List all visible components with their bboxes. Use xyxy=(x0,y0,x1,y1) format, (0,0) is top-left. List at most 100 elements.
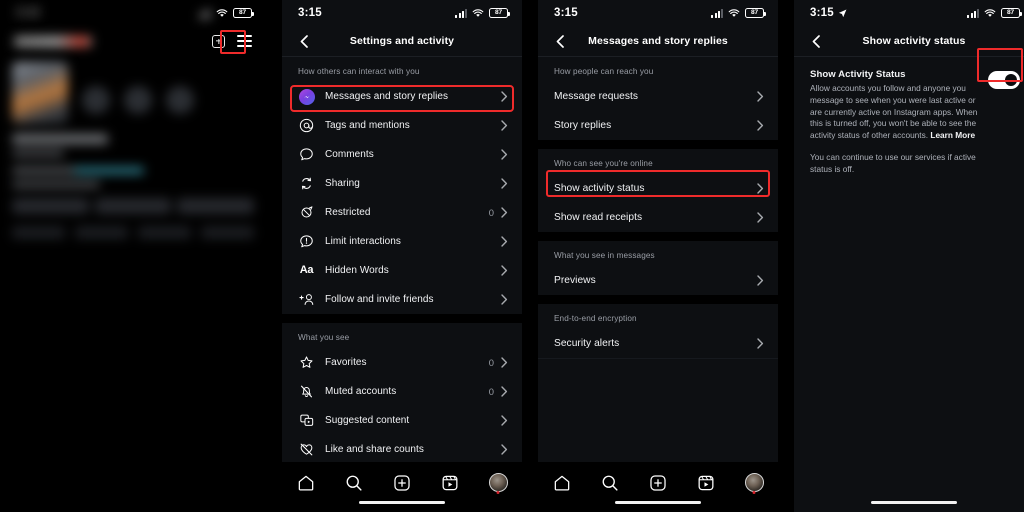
row-label: Restricted xyxy=(325,207,371,218)
settings-row-favorites[interactable]: Favorites 0 xyxy=(282,348,522,377)
battery-icon: 87 xyxy=(489,8,510,18)
profile-actions xyxy=(212,34,252,48)
page-title: Settings and activity xyxy=(349,35,455,47)
settings-row-message-requests[interactable]: Message requests xyxy=(538,82,778,111)
settings-row-like-and-share-counts[interactable]: Like and share counts xyxy=(282,435,522,464)
profile-buttons xyxy=(0,188,266,214)
sharing-repeat-icon xyxy=(298,175,315,192)
muted-bell-icon xyxy=(298,383,315,400)
chevron-right-icon xyxy=(501,178,508,189)
wifi-icon xyxy=(728,8,740,17)
location-arrow-icon xyxy=(838,9,847,17)
hamburger-menu-icon[interactable] xyxy=(237,35,252,47)
avatar xyxy=(744,473,764,492)
hidden-heart-icon xyxy=(298,441,315,458)
row-label: Message requests xyxy=(554,91,639,102)
chevron-left-icon[interactable] xyxy=(552,33,568,49)
screenshot-board: 3:15 87 3:15 87 Settings and activity Ho… xyxy=(0,0,1024,512)
chevron-right-icon xyxy=(501,120,508,131)
profile-body-blurred xyxy=(0,54,266,239)
tab-reels[interactable] xyxy=(696,472,717,493)
panel-instagram-profile: 3:15 87 xyxy=(0,0,266,512)
divider xyxy=(538,358,778,359)
tab-home[interactable] xyxy=(552,472,573,493)
settings-row-story-replies[interactable]: Story replies xyxy=(538,111,778,140)
story-thumb xyxy=(166,86,194,114)
settings-row-hidden-words[interactable]: Aa Hidden Words xyxy=(282,256,522,285)
settings-row-restricted[interactable]: Restricted 0 xyxy=(282,198,522,227)
story-thumb xyxy=(12,62,68,124)
tab-profile[interactable] xyxy=(488,472,509,493)
row-label: Tags and mentions xyxy=(325,120,410,131)
row-count: 0 xyxy=(488,386,494,397)
chevron-left-icon[interactable] xyxy=(808,33,824,49)
chevron-right-icon xyxy=(501,265,508,276)
settings-row-limit-interactions[interactable]: Limit interactions xyxy=(282,227,522,256)
hidden-words-aa-icon: Aa xyxy=(299,264,314,276)
row-label: Follow and invite friends xyxy=(325,294,434,305)
status-indicators: 87 xyxy=(455,8,510,18)
learn-more-link[interactable]: Learn More xyxy=(930,130,975,140)
status-time: 3:15 xyxy=(554,7,578,19)
bottom-tab-bar xyxy=(538,462,778,512)
settings-row-security-alerts[interactable]: Security alerts xyxy=(538,329,778,358)
section-header: What you see in messages xyxy=(554,251,655,260)
profile-bio-line xyxy=(12,167,144,174)
profile-username xyxy=(14,35,92,47)
status-time: 3:15 xyxy=(16,7,40,19)
settings-row-sharing[interactable]: Sharing xyxy=(282,169,522,198)
chevron-right-icon xyxy=(501,207,508,218)
add-post-icon[interactable] xyxy=(212,34,225,48)
status-indicators: 87 xyxy=(711,8,766,18)
settings-row-show-activity-status[interactable]: Show activity status xyxy=(538,174,778,203)
battery-icon: 87 xyxy=(745,8,766,18)
section-header: Who can see you're online xyxy=(554,159,653,168)
star-icon xyxy=(298,354,315,371)
settings-row-comments[interactable]: Comments xyxy=(282,140,522,169)
settings-row-show-read-receipts[interactable]: Show read receipts xyxy=(538,203,778,232)
status-bar-4: 3:15 87 xyxy=(794,0,1024,26)
status-bar-3: 3:15 87 xyxy=(538,0,778,26)
settings-row-follow-and-invite-friends[interactable]: Follow and invite friends xyxy=(282,285,522,314)
row-label: Story replies xyxy=(554,120,612,131)
profile-category xyxy=(12,150,64,157)
section-separator xyxy=(538,295,778,304)
settings-row-muted-accounts[interactable]: Muted accounts 0 xyxy=(282,377,522,406)
settings-row-messages-and-story-replies[interactable]: Messages and story replies xyxy=(282,82,522,111)
row-label: Suggested content xyxy=(325,415,410,426)
status-time: 3:15 xyxy=(298,7,322,19)
tab-search[interactable] xyxy=(344,472,365,493)
chevron-right-icon xyxy=(501,149,508,160)
wifi-icon xyxy=(472,8,484,17)
section-header: How people can reach you xyxy=(554,67,654,76)
section-separator xyxy=(538,232,778,241)
home-indicator xyxy=(871,500,957,504)
avatar xyxy=(488,473,508,492)
settings-row-suggested-content[interactable]: Suggested content xyxy=(282,406,522,435)
chevron-right-icon xyxy=(501,386,508,397)
tab-profile[interactable] xyxy=(744,472,765,493)
settings-row-tags-and-mentions[interactable]: Tags and mentions xyxy=(282,111,522,140)
battery-icon: 87 xyxy=(1001,8,1022,18)
show-activity-status-toggle[interactable] xyxy=(988,71,1020,89)
tab-create[interactable] xyxy=(648,472,669,493)
row-label: Comments xyxy=(325,149,374,160)
setting-description: Allow accounts you follow and anyone you… xyxy=(810,83,978,141)
status-indicators: 87 xyxy=(199,8,254,18)
story-thumb xyxy=(124,86,152,114)
chevron-right-icon xyxy=(757,120,764,131)
chevron-left-icon[interactable] xyxy=(296,33,312,49)
chevron-right-icon xyxy=(501,444,508,455)
tab-search[interactable] xyxy=(600,472,621,493)
settings-row-previews[interactable]: Previews xyxy=(538,266,778,295)
tab-home[interactable] xyxy=(296,472,317,493)
comment-bubble-icon xyxy=(298,146,315,163)
restricted-icon xyxy=(298,204,315,221)
row-label: Limit interactions xyxy=(325,236,401,247)
tab-create[interactable] xyxy=(392,472,413,493)
chevron-right-icon xyxy=(501,294,508,305)
tab-reels[interactable] xyxy=(440,472,461,493)
row-label: Show activity status xyxy=(554,183,645,194)
at-mention-icon xyxy=(298,117,315,134)
section-header: End-to-end encryption xyxy=(554,314,637,323)
